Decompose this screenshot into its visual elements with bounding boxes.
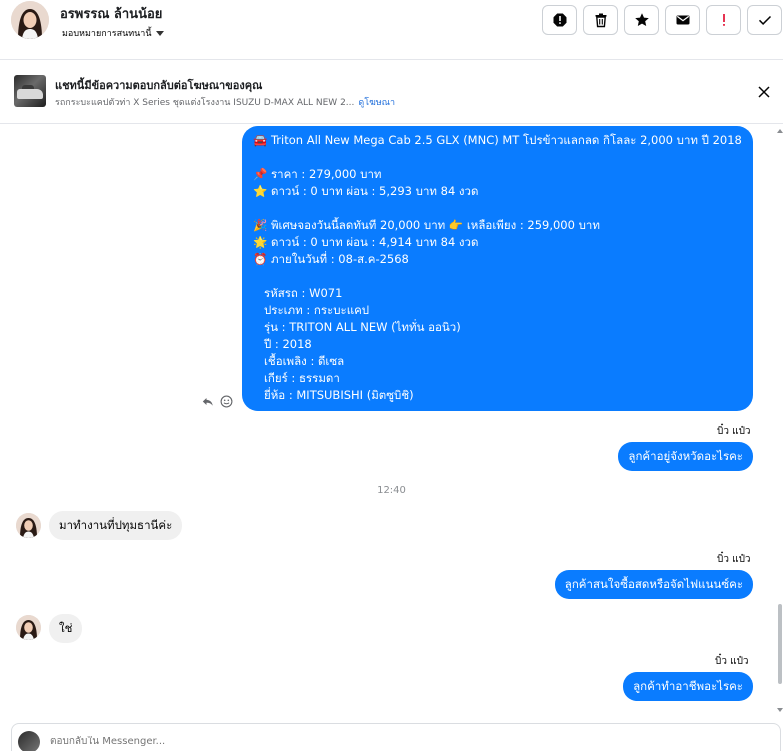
incoming-message[interactable]: ใช่ <box>49 614 83 643</box>
sender-name: บิ๋ว แป๋ว <box>717 554 751 565</box>
assign-conversation-dropdown[interactable]: มอบหมายการสนทนานี้ <box>62 26 164 40</box>
ad-banner-title: แชทนี้มีข้อความตอบกลับต่อโฆษณาของคุณ <box>55 79 263 92</box>
ad-description: รถกระบะแคปตัวท่า X Series ชุดแต่งโรงงาน … <box>55 95 395 109</box>
sender-name: บิ๋ว แป๋ว <box>717 426 751 437</box>
message-timestamp: 12:40 <box>377 485 406 496</box>
follow-up-button[interactable] <box>706 5 741 35</box>
emoji-reaction-icon[interactable] <box>220 395 233 408</box>
close-icon[interactable] <box>757 85 771 99</box>
exclamation-icon <box>722 14 725 26</box>
conversation-actions <box>542 5 782 35</box>
sender-name: บิ๋ว แป๋ว <box>715 656 749 667</box>
star-button[interactable] <box>624 5 659 35</box>
contact-name[interactable]: อรพรรณ ล้านน้อย <box>60 3 162 24</box>
outgoing-message[interactable]: ลูกค้าสนใจซื้อสดหรือจัดไฟแนนซ์คะ <box>554 570 753 599</box>
reply-icon[interactable] <box>201 395 214 408</box>
ad-thumbnail[interactable] <box>14 75 46 107</box>
mark-unread-button[interactable] <box>665 5 700 35</box>
outgoing-message[interactable]: ลูกค้าทำอาชีพอะไรคะ <box>623 672 753 701</box>
message-actions <box>201 395 233 408</box>
outgoing-message[interactable]: ลูกค้าอยู่จังหวัดอะไรคะ <box>618 442 753 471</box>
mail-icon <box>676 15 689 25</box>
mark-done-button[interactable] <box>747 5 782 35</box>
caret-down-icon <box>155 30 164 36</box>
conversation-header: อรพรรณ ล้านน้อย มอบหมายการสนทนานี้ <box>0 0 783 60</box>
listing-message[interactable]: 🚘 Triton All New Mega Cab 2.5 GLX (MNC) … <box>242 126 753 411</box>
assign-label: มอบหมายการสนทนานี้ <box>62 29 152 39</box>
message-thread[interactable]: 🚘 Triton All New Mega Cab 2.5 GLX (MNC) … <box>0 124 783 720</box>
page-avatar <box>18 731 40 751</box>
scroll-down-icon[interactable] <box>777 707 783 713</box>
delete-button[interactable] <box>583 5 618 35</box>
contact-avatar-small[interactable] <box>16 615 41 640</box>
incoming-message[interactable]: มาทำงานที่ปทุมธานีค่ะ <box>49 511 183 540</box>
check-icon <box>758 15 771 25</box>
reply-input[interactable] <box>50 736 550 747</box>
mark-spam-button[interactable] <box>542 5 577 35</box>
ad-description-text: รถกระบะแคปตัวท่า X Series ชุดแต่งโรงงาน … <box>55 98 355 108</box>
trash-icon <box>595 13 606 28</box>
contact-avatar[interactable] <box>11 1 49 39</box>
reply-composer <box>11 723 781 751</box>
contact-avatar-small[interactable] <box>16 513 41 538</box>
scrollbar-thumb[interactable] <box>778 604 782 684</box>
ad-reply-banner: แชทนี้มีข้อความตอบกลับต่อโฆษณาของคุณ รถก… <box>0 60 783 124</box>
report-icon <box>553 13 566 27</box>
scroll-up-icon[interactable] <box>777 128 783 134</box>
view-ad-link[interactable]: ดูโฆษณา <box>358 98 395 108</box>
star-icon <box>634 13 649 26</box>
